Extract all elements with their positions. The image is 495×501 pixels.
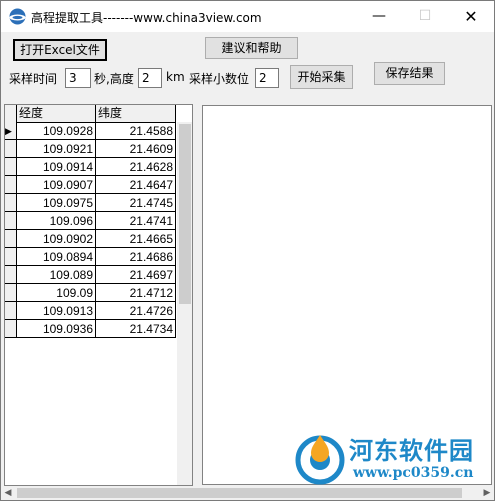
cell-longitude[interactable]: 109.09 <box>17 284 96 302</box>
elevation-display-panel[interactable] <box>202 105 492 485</box>
row-indicator[interactable] <box>5 230 17 248</box>
grid-header-indicator <box>5 105 17 122</box>
maximize-button[interactable]: ☐ <box>402 1 448 32</box>
cell-longitude[interactable]: 109.0902 <box>17 230 96 248</box>
help-button[interactable]: 建议和帮助 <box>205 37 298 59</box>
row-indicator[interactable] <box>5 158 17 176</box>
app-window: 高程提取工具-------www.china3view.com — ☐ ✕ 打开… <box>0 0 495 501</box>
table-row[interactable]: ▶ 109.0928 21.4588 <box>5 122 176 140</box>
cell-latitude[interactable]: 21.4697 <box>96 266 176 284</box>
cell-latitude[interactable]: 21.4665 <box>96 230 176 248</box>
row-indicator[interactable] <box>5 320 17 338</box>
cell-longitude[interactable]: 109.0936 <box>17 320 96 338</box>
globe-app-icon <box>9 8 26 25</box>
scroll-left-arrow-icon[interactable]: ◀ <box>1 486 15 500</box>
start-collect-button[interactable]: 开始采集 <box>290 65 353 89</box>
minimize-button[interactable]: — <box>356 1 402 32</box>
cell-longitude[interactable]: 109.0921 <box>17 140 96 158</box>
horizontal-scroll-thumb[interactable] <box>17 488 462 498</box>
table-row[interactable]: 109.0902 21.4665 <box>5 230 176 248</box>
cell-longitude[interactable]: 109.0928 <box>17 122 96 140</box>
row-indicator[interactable] <box>5 212 17 230</box>
title-bar[interactable]: 高程提取工具-------www.china3view.com — ☐ ✕ <box>1 1 494 32</box>
watermark-url: www.pc0359.cn <box>353 465 474 481</box>
table-row[interactable]: 109.0913 21.4726 <box>5 302 176 320</box>
cell-latitude[interactable]: 21.4686 <box>96 248 176 266</box>
interval-label: 采样时间 <box>9 72 58 86</box>
cell-longitude[interactable]: 109.0907 <box>17 176 96 194</box>
watermark-logo-icon <box>295 435 345 485</box>
horizontal-scrollbar[interactable]: ◀ ▶ <box>1 486 494 500</box>
cell-latitude[interactable]: 21.4741 <box>96 212 176 230</box>
decimals-input[interactable]: 2 <box>255 68 279 88</box>
cell-latitude[interactable]: 21.4588 <box>96 122 176 140</box>
window-title: 高程提取工具-------www.china3view.com <box>31 11 262 25</box>
cell-longitude[interactable]: 109.0894 <box>17 248 96 266</box>
seconds-height-label: 秒,高度 <box>94 72 134 86</box>
grid-header: 经度 纬度 <box>5 105 176 123</box>
open-excel-button[interactable]: 打开Excel文件 <box>13 39 107 61</box>
cell-longitude[interactable]: 109.0975 <box>17 194 96 212</box>
cell-longitude[interactable]: 109.089 <box>17 266 96 284</box>
scroll-right-arrow-icon[interactable]: ▶ <box>480 486 494 500</box>
height-input[interactable]: 2 <box>138 68 162 88</box>
row-indicator[interactable] <box>5 248 17 266</box>
table-row[interactable]: 109.089 21.4697 <box>5 266 176 284</box>
cell-latitude[interactable]: 21.4745 <box>96 194 176 212</box>
grid-vertical-scrollbar[interactable] <box>177 122 192 485</box>
row-indicator[interactable] <box>5 284 17 302</box>
cell-latitude[interactable]: 21.4628 <box>96 158 176 176</box>
row-indicator[interactable] <box>5 266 17 284</box>
row-indicator[interactable] <box>5 302 17 320</box>
table-row[interactable]: 109.0894 21.4686 <box>5 248 176 266</box>
row-indicator[interactable] <box>5 194 17 212</box>
table-row[interactable]: 109.09 21.4712 <box>5 284 176 302</box>
grid-scroll-thumb[interactable] <box>179 124 191 304</box>
row-indicator[interactable] <box>5 140 17 158</box>
grid-header-latitude[interactable]: 纬度 <box>96 105 176 122</box>
grid-header-longitude[interactable]: 经度 <box>17 105 96 122</box>
table-row[interactable]: 109.0975 21.4745 <box>5 194 176 212</box>
coordinate-grid[interactable]: 经度 纬度 ▶ 109.0928 21.4588 109.0921 21.4609 109… <box>4 104 193 486</box>
table-row[interactable]: 109.0921 21.4609 <box>5 140 176 158</box>
cell-latitude[interactable]: 21.4609 <box>96 140 176 158</box>
cell-latitude[interactable]: 21.4734 <box>96 320 176 338</box>
cell-longitude[interactable]: 109.0914 <box>17 158 96 176</box>
cell-latitude[interactable]: 21.4726 <box>96 302 176 320</box>
table-row[interactable]: 109.096 21.4741 <box>5 212 176 230</box>
save-results-button[interactable]: 保存结果 <box>374 62 445 85</box>
current-row-indicator-icon[interactable]: ▶ <box>5 122 17 140</box>
km-label: km <box>166 70 185 84</box>
cell-latitude[interactable]: 21.4647 <box>96 176 176 194</box>
close-button[interactable]: ✕ <box>448 1 494 32</box>
table-row[interactable]: 109.0936 21.4734 <box>5 320 176 338</box>
interval-input[interactable]: 3 <box>65 68 91 88</box>
table-row[interactable]: 109.0914 21.4628 <box>5 158 176 176</box>
watermark: 河东软件园 www.pc0359.cn <box>291 429 491 487</box>
cell-longitude[interactable]: 109.096 <box>17 212 96 230</box>
cell-latitude[interactable]: 21.4712 <box>96 284 176 302</box>
decimals-label: 采样小数位 <box>189 72 250 86</box>
watermark-title: 河东软件园 <box>349 436 474 465</box>
cell-longitude[interactable]: 109.0913 <box>17 302 96 320</box>
table-row[interactable]: 109.0907 21.4647 <box>5 176 176 194</box>
row-indicator[interactable] <box>5 176 17 194</box>
